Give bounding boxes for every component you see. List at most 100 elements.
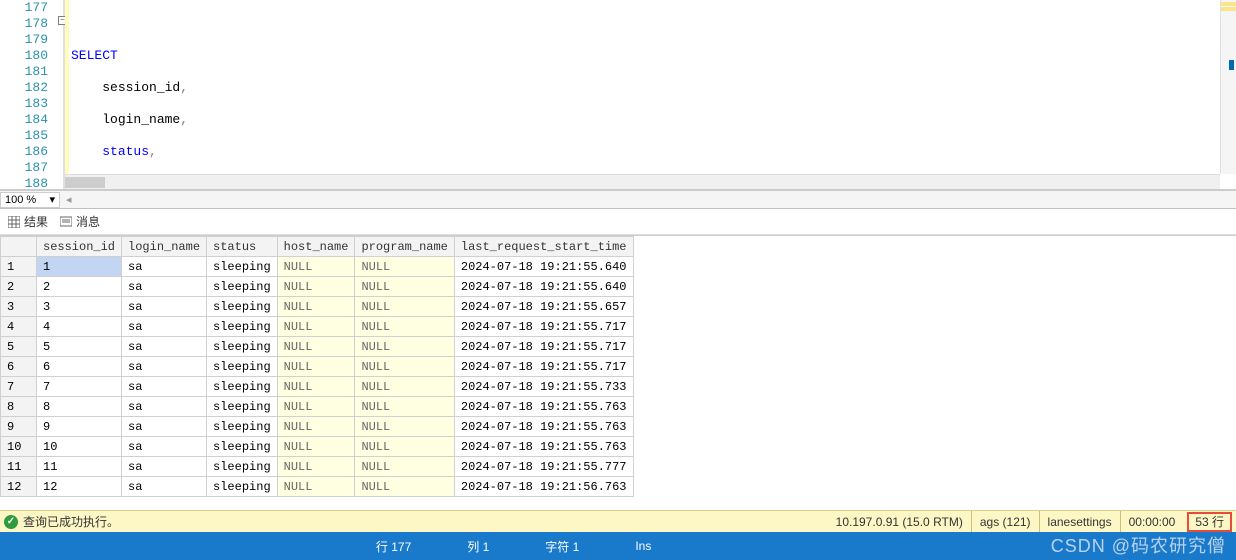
table-row[interactable]: 11sasleepingNULLNULL2024-07-18 19:21:55.… (1, 257, 634, 277)
table-row[interactable]: 1212sasleepingNULLNULL2024-07-18 19:21:5… (1, 477, 634, 497)
col-header-last_request_start_time[interactable]: last_request_start_time (454, 237, 633, 257)
cell[interactable]: sa (122, 257, 207, 277)
cell[interactable]: sa (122, 277, 207, 297)
row-number[interactable]: 9 (1, 417, 37, 437)
cell[interactable]: NULL (277, 297, 355, 317)
cell[interactable]: 10 (37, 437, 122, 457)
row-number[interactable]: 12 (1, 477, 37, 497)
cell[interactable]: NULL (355, 417, 454, 437)
cell[interactable]: NULL (277, 257, 355, 277)
result-table[interactable]: session_idlogin_namestatushost_nameprogr… (0, 236, 634, 497)
cell[interactable]: 2024-07-18 19:21:55.717 (454, 317, 633, 337)
row-number[interactable]: 4 (1, 317, 37, 337)
cell[interactable]: sleeping (207, 437, 278, 457)
cell[interactable]: NULL (355, 457, 454, 477)
cell[interactable]: sa (122, 317, 207, 337)
row-number[interactable]: 6 (1, 357, 37, 377)
cell[interactable]: NULL (277, 437, 355, 457)
cell[interactable]: 2024-07-18 19:21:55.763 (454, 397, 633, 417)
cell[interactable]: sleeping (207, 377, 278, 397)
cell[interactable]: sleeping (207, 297, 278, 317)
cell[interactable]: NULL (277, 337, 355, 357)
cell[interactable]: 12 (37, 477, 122, 497)
cell[interactable]: 8 (37, 397, 122, 417)
row-number[interactable]: 1 (1, 257, 37, 277)
cell[interactable]: NULL (277, 397, 355, 417)
cell[interactable]: sleeping (207, 417, 278, 437)
row-number[interactable]: 2 (1, 277, 37, 297)
row-number[interactable]: 3 (1, 297, 37, 317)
overview-ruler[interactable] (1220, 0, 1236, 174)
col-header-session_id[interactable]: session_id (37, 237, 122, 257)
table-row[interactable]: 99sasleepingNULLNULL2024-07-18 19:21:55.… (1, 417, 634, 437)
cell[interactable]: NULL (277, 417, 355, 437)
tab-messages[interactable]: 消息 (60, 213, 100, 230)
row-header-corner[interactable] (1, 237, 37, 257)
cell[interactable]: 2024-07-18 19:21:55.657 (454, 297, 633, 317)
cell[interactable]: 2024-07-18 19:21:55.640 (454, 257, 633, 277)
cell[interactable]: sleeping (207, 277, 278, 297)
cell[interactable]: sa (122, 417, 207, 437)
cell[interactable]: 9 (37, 417, 122, 437)
cell[interactable]: sa (122, 377, 207, 397)
cell[interactable]: sleeping (207, 397, 278, 417)
cell[interactable]: 2024-07-18 19:21:55.777 (454, 457, 633, 477)
col-header-login_name[interactable]: login_name (122, 237, 207, 257)
cell[interactable]: 2024-07-18 19:21:55.717 (454, 357, 633, 377)
cell[interactable]: 1 (37, 257, 122, 277)
col-header-program_name[interactable]: program_name (355, 237, 454, 257)
cell[interactable]: 3 (37, 297, 122, 317)
cell[interactable]: 2024-07-18 19:21:56.763 (454, 477, 633, 497)
cell[interactable]: 2024-07-18 19:21:55.733 (454, 377, 633, 397)
cell[interactable]: NULL (355, 337, 454, 357)
table-row[interactable]: 55sasleepingNULLNULL2024-07-18 19:21:55.… (1, 337, 634, 357)
cell[interactable]: sleeping (207, 357, 278, 377)
table-row[interactable]: 1010sasleepingNULLNULL2024-07-18 19:21:5… (1, 437, 634, 457)
cell[interactable]: 7 (37, 377, 122, 397)
cell[interactable]: NULL (355, 277, 454, 297)
cell[interactable]: 6 (37, 357, 122, 377)
cell[interactable]: NULL (277, 477, 355, 497)
cell[interactable]: 2 (37, 277, 122, 297)
cell[interactable]: 5 (37, 337, 122, 357)
horizontal-scrollbar[interactable] (65, 174, 1220, 189)
tab-results[interactable]: 结果 (8, 213, 48, 230)
cell[interactable]: NULL (355, 377, 454, 397)
table-row[interactable]: 33sasleepingNULLNULL2024-07-18 19:21:55.… (1, 297, 634, 317)
cell[interactable]: NULL (355, 397, 454, 417)
cell[interactable]: NULL (355, 317, 454, 337)
cell[interactable]: sleeping (207, 317, 278, 337)
cell[interactable]: 4 (37, 317, 122, 337)
table-row[interactable]: 66sasleepingNULLNULL2024-07-18 19:21:55.… (1, 357, 634, 377)
cell[interactable]: sleeping (207, 457, 278, 477)
cell[interactable]: sleeping (207, 337, 278, 357)
cell[interactable]: 2024-07-18 19:21:55.717 (454, 337, 633, 357)
cell[interactable]: sa (122, 477, 207, 497)
cell[interactable]: 2024-07-18 19:21:55.640 (454, 277, 633, 297)
cell[interactable]: NULL (277, 357, 355, 377)
cell[interactable]: sa (122, 297, 207, 317)
cell[interactable]: NULL (355, 477, 454, 497)
table-row[interactable]: 88sasleepingNULLNULL2024-07-18 19:21:55.… (1, 397, 634, 417)
row-number[interactable]: 7 (1, 377, 37, 397)
cell[interactable]: 2024-07-18 19:21:55.763 (454, 437, 633, 457)
table-row[interactable]: 1111sasleepingNULLNULL2024-07-18 19:21:5… (1, 457, 634, 477)
cell[interactable]: sa (122, 457, 207, 477)
row-number[interactable]: 5 (1, 337, 37, 357)
results-grid[interactable]: session_idlogin_namestatushost_nameprogr… (0, 235, 1236, 510)
table-row[interactable]: 77sasleepingNULLNULL2024-07-18 19:21:55.… (1, 377, 634, 397)
row-number[interactable]: 10 (1, 437, 37, 457)
cell[interactable]: NULL (355, 257, 454, 277)
cell[interactable]: sa (122, 437, 207, 457)
row-number[interactable]: 8 (1, 397, 37, 417)
cell[interactable]: sa (122, 357, 207, 377)
cell[interactable]: 2024-07-18 19:21:55.763 (454, 417, 633, 437)
zoom-dropdown[interactable]: 100 %▾ (0, 192, 60, 208)
cell[interactable]: NULL (355, 437, 454, 457)
cell[interactable]: NULL (277, 277, 355, 297)
cell[interactable]: NULL (355, 297, 454, 317)
row-number[interactable]: 11 (1, 457, 37, 477)
cell[interactable]: NULL (355, 357, 454, 377)
cell[interactable]: NULL (277, 317, 355, 337)
code-area[interactable]: 177 178 179 180 181 182 183 184 185 186 … (0, 0, 1236, 189)
